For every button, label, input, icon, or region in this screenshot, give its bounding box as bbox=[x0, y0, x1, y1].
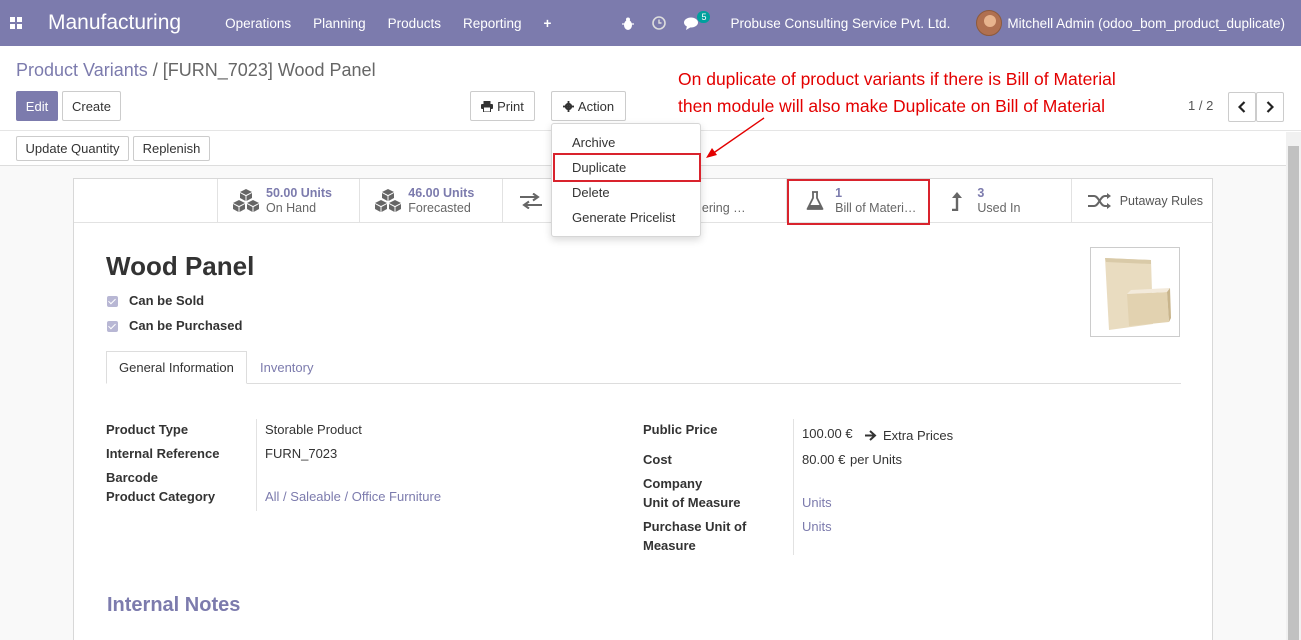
duplicate-highlight-box bbox=[553, 153, 701, 182]
pager-value[interactable]: 1 / 2 bbox=[1188, 98, 1213, 113]
exchange-icon bbox=[515, 193, 547, 209]
cost-label: Cost bbox=[643, 452, 672, 467]
forecasted-value: 46.00 Units bbox=[408, 186, 475, 200]
menu-item-archive[interactable]: Archive bbox=[572, 135, 615, 150]
purchase-uom-value[interactable]: Units bbox=[802, 519, 832, 534]
used-in-label: Used In bbox=[977, 201, 1021, 215]
breadcrumb-separator: / bbox=[152, 60, 158, 80]
can-be-purchased-label: Can be Purchased bbox=[129, 318, 243, 333]
breadcrumb: Product Variants / [FURN_7023] Wood Pane… bbox=[16, 60, 376, 81]
bug-icon[interactable] bbox=[622, 17, 635, 30]
edit-button[interactable]: Edit bbox=[16, 91, 58, 121]
tab-inventory[interactable]: Inventory bbox=[248, 351, 325, 384]
notebook-tabs: General Information Inventory bbox=[106, 351, 1181, 384]
menu-reporting[interactable]: Reporting bbox=[463, 16, 522, 31]
unit-of-measure-label: Unit of Measure bbox=[643, 495, 741, 510]
bom-highlight-box bbox=[787, 179, 930, 225]
internal-reference-value[interactable]: FURN_7023 bbox=[265, 446, 337, 461]
scrollbar-thumb[interactable] bbox=[1288, 146, 1299, 640]
smart-button-putaway-rules[interactable]: Putaway Rules bbox=[1070, 179, 1213, 223]
random-icon bbox=[1084, 192, 1116, 210]
clock-icon[interactable] bbox=[652, 16, 667, 30]
breadcrumb-current: [FURN_7023] Wood Panel bbox=[162, 60, 376, 80]
level-up-icon bbox=[941, 191, 973, 211]
can-be-purchased-checkbox[interactable] bbox=[107, 321, 118, 332]
product-type-value[interactable]: Storable Product bbox=[265, 422, 362, 437]
action-dropdown-menu: Archive Duplicate Delete Generate Pricel… bbox=[551, 123, 701, 237]
replenish-button[interactable]: Replenish bbox=[133, 136, 210, 161]
cost-value[interactable]: 80.00 € bbox=[802, 452, 845, 467]
arrow-right-icon bbox=[865, 430, 877, 441]
public-price-label: Public Price bbox=[643, 422, 718, 437]
cubes-icon bbox=[230, 189, 262, 213]
product-category-label: Product Category bbox=[106, 489, 216, 504]
extra-prices-label: Extra Prices bbox=[883, 428, 954, 443]
unit-of-measure-value[interactable]: Units bbox=[802, 495, 832, 510]
can-be-sold-label: Can be Sold bbox=[129, 293, 205, 308]
company-label: Company bbox=[643, 476, 703, 491]
used-in-value: 3 bbox=[977, 186, 985, 200]
chevron-left-icon bbox=[1238, 101, 1246, 113]
public-price-value[interactable]: 100.00 € bbox=[802, 426, 853, 441]
create-button[interactable]: Create bbox=[62, 91, 121, 121]
barcode-label: Barcode bbox=[106, 470, 159, 485]
on-hand-value: 50.00 Units bbox=[266, 186, 333, 200]
cubes-icon bbox=[372, 189, 404, 213]
extra-prices-button[interactable]: Extra Prices bbox=[865, 428, 953, 443]
internal-notes-heading: Internal Notes bbox=[107, 594, 241, 616]
menu-planning[interactable]: Planning bbox=[313, 16, 366, 31]
pager-previous-button[interactable] bbox=[1228, 92, 1256, 122]
purchase-uom-label-line-1: Purchase Unit of bbox=[643, 519, 747, 534]
annotation-text: On duplicate of product variants if ther… bbox=[678, 66, 1116, 120]
smart-buttons-bar: 50.00 Units On Hand 46.00 Units Forecasted… bbox=[217, 179, 1213, 223]
page-scrollbar[interactable] bbox=[1286, 132, 1301, 640]
smart-buttons-spacer bbox=[74, 179, 217, 223]
avatar[interactable] bbox=[976, 10, 1003, 36]
smart-button-on-hand[interactable]: 50.00 Units On Hand bbox=[217, 179, 359, 223]
smart-button-forecasted[interactable]: 46.00 Units Forecasted bbox=[359, 179, 501, 223]
product-type-label: Product Type bbox=[106, 422, 189, 437]
top-navbar: Manufacturing Operations Planning Produc… bbox=[0, 0, 1301, 46]
menu-item-delete[interactable]: Delete bbox=[572, 185, 610, 200]
menu-products[interactable]: Products bbox=[388, 16, 441, 31]
internal-reference-label: Internal Reference bbox=[106, 446, 220, 461]
forecasted-label: Forecasted bbox=[408, 201, 471, 215]
product-category-value[interactable]: All / Saleable / Office Furniture bbox=[265, 489, 441, 504]
left-group-divider bbox=[256, 419, 257, 511]
print-button[interactable]: Print bbox=[470, 91, 535, 121]
product-name[interactable]: Wood Panel bbox=[106, 251, 254, 282]
breadcrumb-parent[interactable]: Product Variants bbox=[16, 60, 148, 80]
update-quantity-button[interactable]: Update Quantity bbox=[16, 136, 129, 161]
menu-operations[interactable]: Operations bbox=[225, 16, 291, 31]
cost-unit: per Units bbox=[850, 452, 903, 467]
company-switcher[interactable]: Probuse Consulting Service Pvt. Ltd. bbox=[730, 16, 950, 31]
gear-icon bbox=[562, 100, 574, 112]
print-icon bbox=[481, 100, 494, 112]
pager-next-button[interactable] bbox=[1256, 92, 1284, 122]
chevron-right-icon bbox=[1266, 101, 1274, 113]
chat-icon[interactable]: 5 bbox=[684, 11, 712, 30]
can-be-sold-checkbox[interactable] bbox=[107, 296, 118, 307]
purchase-uom-label-line-2: Measure bbox=[643, 538, 696, 553]
annotation-line-1: On duplicate of product variants if ther… bbox=[678, 69, 1116, 89]
tab-general-information[interactable]: General Information bbox=[106, 351, 247, 384]
product-image[interactable] bbox=[1090, 247, 1180, 337]
right-group-divider bbox=[793, 419, 794, 555]
menu-item-generate-pricelist[interactable]: Generate Pricelist bbox=[572, 210, 675, 225]
messages-count-badge: 5 bbox=[697, 11, 711, 23]
on-hand-label: On Hand bbox=[266, 201, 317, 215]
print-label: Print bbox=[497, 98, 524, 114]
user-menu[interactable]: Mitchell Admin (odoo_bom_product_duplica… bbox=[1007, 16, 1285, 31]
form-sheet: 50.00 Units On Hand 46.00 Units Forecasted… bbox=[73, 178, 1213, 640]
putaway-label: Putaway Rules bbox=[1119, 193, 1204, 208]
action-label: Action bbox=[577, 98, 615, 114]
annotation-arrow bbox=[706, 117, 765, 158]
plus-menu[interactable]: + bbox=[544, 16, 552, 31]
app-title[interactable]: Manufacturing bbox=[48, 11, 181, 35]
smart-button-used-in[interactable]: 3 Used In bbox=[928, 179, 1070, 223]
action-button[interactable]: Action bbox=[551, 91, 626, 121]
apps-grid-icon[interactable] bbox=[0, 0, 32, 46]
